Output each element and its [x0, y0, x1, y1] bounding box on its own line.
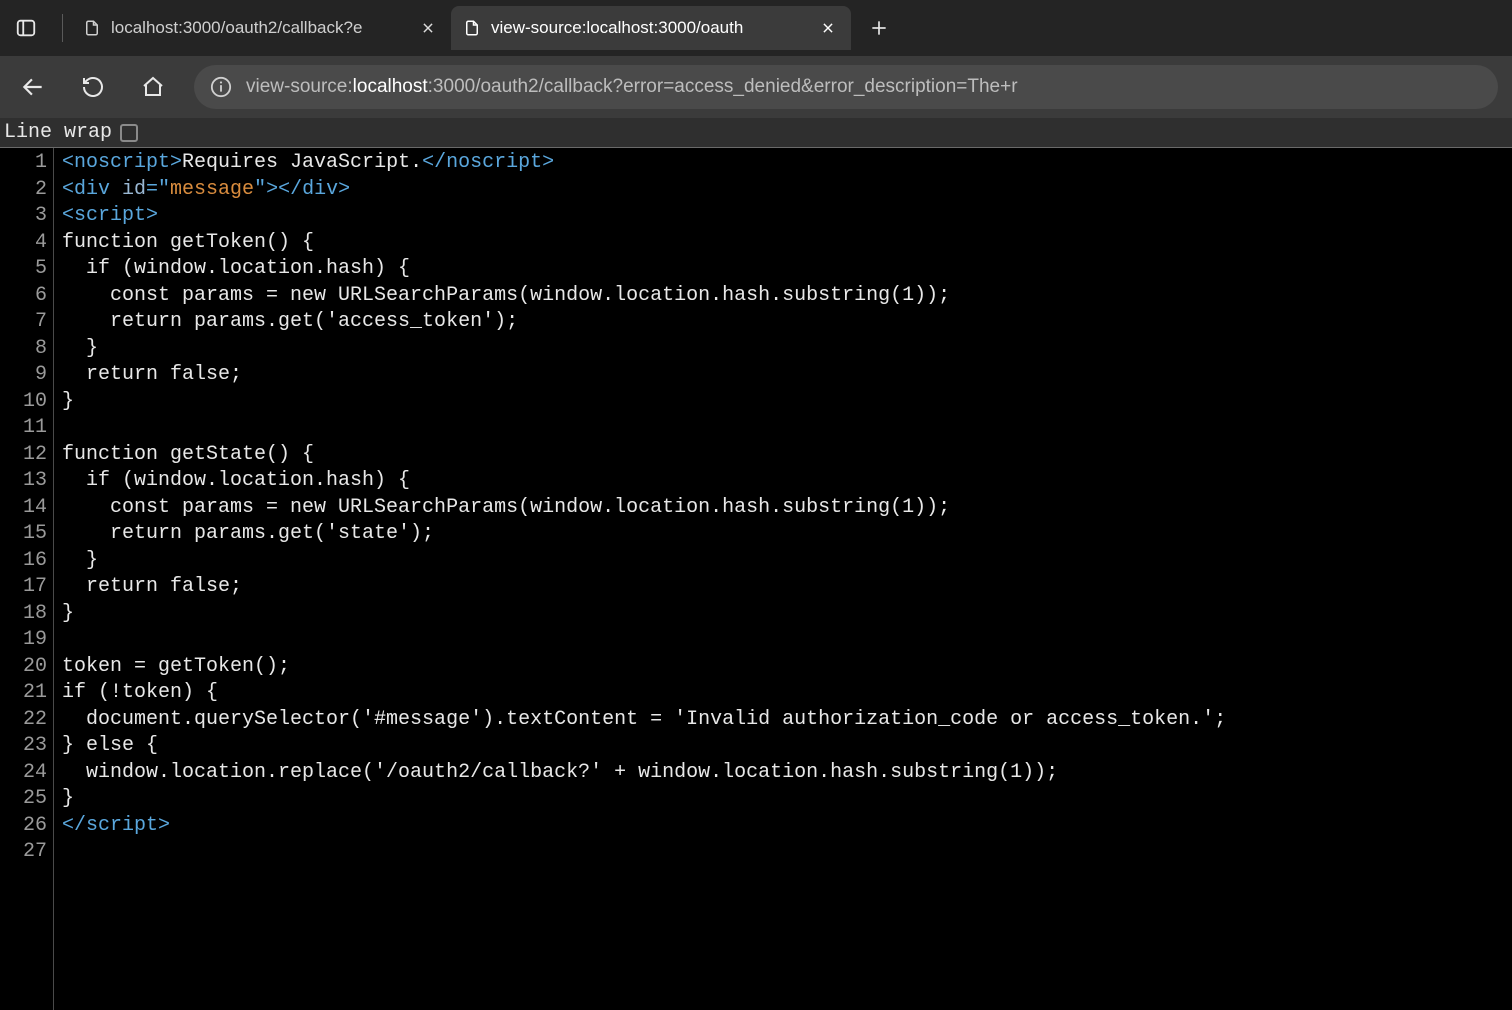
address-text: view-source:localhost:3000/oauth2/callba…: [246, 76, 1018, 98]
line-number: 26: [0, 813, 47, 840]
new-tab-button[interactable]: [859, 8, 899, 48]
line-number: 6: [0, 283, 47, 310]
line-number: 24: [0, 760, 47, 787]
line-number: 5: [0, 256, 47, 283]
line-number: 13: [0, 468, 47, 495]
code-line: }: [62, 336, 1226, 363]
code-line: return params.get('state');: [62, 521, 1226, 548]
code-line: [62, 627, 1226, 654]
code-line: const params = new URLSearchParams(windo…: [62, 283, 1226, 310]
line-number: 4: [0, 230, 47, 257]
tab-title: view-source:localhost:3000/oauth: [491, 18, 807, 38]
address-prefix: view-source:: [246, 76, 353, 97]
tab-title: localhost:3000/oauth2/callback?e: [111, 18, 407, 38]
code-line: function getToken() {: [62, 230, 1226, 257]
tab-inactive[interactable]: localhost:3000/oauth2/callback?e: [71, 6, 451, 50]
code-line: const params = new URLSearchParams(windo…: [62, 495, 1226, 522]
page-icon: [83, 18, 101, 38]
code-line: }: [62, 389, 1226, 416]
line-wrap-bar: Line wrap: [0, 118, 1512, 148]
line-wrap-label: Line wrap: [4, 121, 112, 144]
line-number: 2: [0, 177, 47, 204]
line-number: 3: [0, 203, 47, 230]
line-number: 11: [0, 415, 47, 442]
code-line: window.location.replace('/oauth2/callbac…: [62, 760, 1226, 787]
code-line: function getState() {: [62, 442, 1226, 469]
line-number: 20: [0, 654, 47, 681]
address-bar[interactable]: view-source:localhost:3000/oauth2/callba…: [194, 65, 1498, 109]
line-number: 8: [0, 336, 47, 363]
code-line: if (window.location.hash) {: [62, 256, 1226, 283]
code-line: token = getToken();: [62, 654, 1226, 681]
code-line: return false;: [62, 574, 1226, 601]
line-number: 14: [0, 495, 47, 522]
line-number: 1: [0, 150, 47, 177]
line-number: 19: [0, 627, 47, 654]
line-number: 16: [0, 548, 47, 575]
code-line: <div id="message"></div>: [62, 177, 1226, 204]
source-code[interactable]: <noscript>Requires JavaScript.</noscript…: [54, 148, 1226, 1010]
line-wrap-checkbox[interactable]: [120, 124, 138, 142]
line-number: 15: [0, 521, 47, 548]
code-line: }: [62, 548, 1226, 575]
tab-close-button[interactable]: [417, 17, 439, 39]
line-number: 17: [0, 574, 47, 601]
line-number-gutter: 1234567891011121314151617181920212223242…: [0, 148, 54, 1010]
line-number: 9: [0, 362, 47, 389]
code-line: }: [62, 786, 1226, 813]
line-number: 18: [0, 601, 47, 628]
line-number: 12: [0, 442, 47, 469]
line-number: 22: [0, 707, 47, 734]
source-view: 1234567891011121314151617181920212223242…: [0, 148, 1512, 1010]
site-info-icon[interactable]: [210, 76, 232, 98]
tab-close-button[interactable]: [817, 17, 839, 39]
line-number: 23: [0, 733, 47, 760]
line-number: 25: [0, 786, 47, 813]
code-line: if (!token) {: [62, 680, 1226, 707]
back-button[interactable]: [14, 68, 52, 106]
separator: [62, 14, 63, 42]
code-line: return false;: [62, 362, 1226, 389]
page-icon: [463, 18, 481, 38]
address-host: localhost: [353, 76, 428, 97]
code-line: <noscript>Requires JavaScript.</noscript…: [62, 150, 1226, 177]
line-number: 27: [0, 839, 47, 866]
address-rest: :3000/oauth2/callback?error=access_denie…: [428, 76, 1018, 97]
reload-button[interactable]: [74, 68, 112, 106]
code-line: [62, 415, 1226, 442]
line-number: 7: [0, 309, 47, 336]
line-number: 21: [0, 680, 47, 707]
sidebar-toggle-button[interactable]: [8, 10, 44, 46]
tab-active[interactable]: view-source:localhost:3000/oauth: [451, 6, 851, 50]
code-line: document.querySelector('#message').textC…: [62, 707, 1226, 734]
toolbar: view-source:localhost:3000/oauth2/callba…: [0, 56, 1512, 118]
code-line: return params.get('access_token');: [62, 309, 1226, 336]
line-number: 10: [0, 389, 47, 416]
code-line: <script>: [62, 203, 1226, 230]
code-line: }: [62, 601, 1226, 628]
code-line: } else {: [62, 733, 1226, 760]
home-button[interactable]: [134, 68, 172, 106]
code-line: </script>: [62, 813, 1226, 840]
tab-strip: localhost:3000/oauth2/callback?e view-so…: [0, 0, 1512, 56]
code-line: if (window.location.hash) {: [62, 468, 1226, 495]
code-line: [62, 839, 1226, 866]
